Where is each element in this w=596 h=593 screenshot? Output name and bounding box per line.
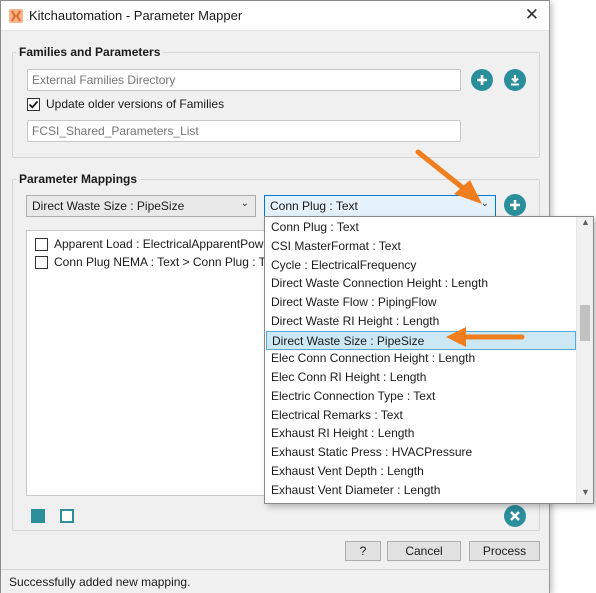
process-button[interactable]: Process xyxy=(469,541,540,561)
checkmark-icon xyxy=(28,100,39,109)
add-directory-button[interactable] xyxy=(471,69,493,91)
external-families-directory-field[interactable] xyxy=(27,69,461,91)
dropdown-option[interactable]: Direct Waste Size : PipeSize xyxy=(266,330,576,350)
update-checkbox-label: Update older versions of Families xyxy=(46,97,225,111)
dropdown-option[interactable]: Direct Waste Flow : PipingFlow xyxy=(266,293,576,312)
target-parameter-combo[interactable]: Conn Plug : Text ⌄ xyxy=(264,195,496,217)
kitchautomation-logo-icon xyxy=(9,9,23,23)
list-item[interactable]: Conn Plug NEMA : Text > Conn Plug : Text xyxy=(35,255,281,269)
status-bar: Successfully added new mapping. xyxy=(1,569,549,593)
add-mapping-button[interactable] xyxy=(504,194,526,216)
list-item[interactable]: Apparent Load : ElectricalApparentPower … xyxy=(35,237,284,251)
dropdown-option[interactable]: Cycle : ElectricalFrequency xyxy=(266,256,576,275)
plus-circle-icon xyxy=(510,200,520,210)
help-button[interactable]: ? xyxy=(345,541,381,561)
select-none-button[interactable] xyxy=(60,509,74,523)
scroll-down-icon[interactable]: ▼ xyxy=(577,487,593,503)
mappings-group-title: Parameter Mappings xyxy=(16,172,141,186)
mapping-checkbox[interactable] xyxy=(35,237,48,251)
dropdown-option[interactable]: Exhaust Static Press : HVACPressure xyxy=(266,443,576,462)
dropdown-option[interactable]: Direct Waste Connection Height : Length xyxy=(266,274,576,293)
dropdown-option[interactable]: Direct Waste RI Height : Length xyxy=(266,312,576,331)
plus-circle-icon xyxy=(477,75,487,85)
dropdown-option[interactable]: Exhaust Vent Diameter : Length xyxy=(266,481,576,500)
select-all-button[interactable] xyxy=(31,509,45,523)
title-bar: Kitchautomation - Parameter Mapper ✕ xyxy=(1,1,549,31)
dropdown-option[interactable]: Elec Conn RI Height : Length xyxy=(266,368,576,387)
x-circle-icon xyxy=(510,511,520,521)
dropdown-option[interactable]: Exhaust RI Height : Length xyxy=(266,424,576,443)
dropdown-option[interactable]: Electrical Remarks : Text xyxy=(266,406,576,425)
chevron-down-icon: ⌄ xyxy=(240,198,249,209)
download-circle-icon xyxy=(511,75,519,86)
dropdown-option[interactable]: Elec Conn Connection Height : Length xyxy=(266,349,576,368)
target-parameter-dropdown-list[interactable]: Conn Plug : Text CSI MasterFormat : Text C… xyxy=(264,216,594,504)
shared-parameters-list-field[interactable] xyxy=(27,120,461,142)
scroll-up-icon[interactable]: ▲ xyxy=(577,217,593,233)
scrollbar-thumb[interactable] xyxy=(580,305,590,341)
close-window-button[interactable]: ✕ xyxy=(525,5,539,25)
dropdown-option[interactable]: Conn Plug : Text xyxy=(266,218,576,237)
families-group-title: Families and Parameters xyxy=(16,45,164,59)
source-parameter-value: Direct Waste Size : PipeSize xyxy=(32,199,185,213)
mapping-label: Apparent Load : ElectricalApparentPower … xyxy=(54,237,285,251)
remove-mapping-button[interactable] xyxy=(504,505,526,527)
dropdown-option[interactable]: Electric Connection Type : Text xyxy=(266,387,576,406)
status-text: Successfully added new mapping. xyxy=(9,575,191,589)
dropdown-option[interactable]: Exhaust Vent Depth : Length xyxy=(266,462,576,481)
update-older-versions-checkbox[interactable]: Update older versions of Families xyxy=(27,97,224,111)
target-parameter-value: Conn Plug : Text xyxy=(270,199,358,213)
window-title: Kitchautomation - Parameter Mapper xyxy=(29,8,243,23)
dropdown-option[interactable]: CSI MasterFormat : Text xyxy=(266,237,576,256)
update-checkbox-box[interactable] xyxy=(27,97,40,111)
mapping-checkbox[interactable] xyxy=(35,255,48,269)
cancel-button[interactable]: Cancel xyxy=(387,541,461,561)
chevron-down-icon: ⌄ xyxy=(480,198,489,209)
dropdown-scrollbar[interactable]: ▲ ▼ xyxy=(576,217,593,503)
download-button[interactable] xyxy=(504,69,526,91)
mapping-label: Conn Plug NEMA : Text > Conn Plug : Text xyxy=(54,255,281,269)
source-parameter-combo[interactable]: Direct Waste Size : PipeSize ⌄ xyxy=(26,195,256,217)
